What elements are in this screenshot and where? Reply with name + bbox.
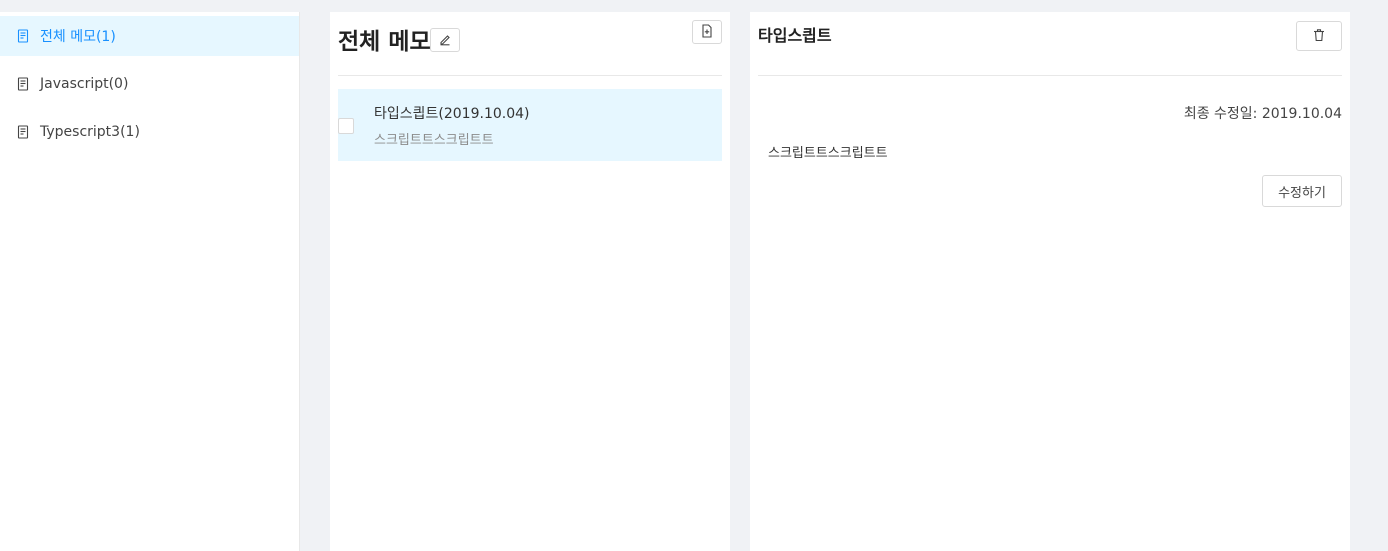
- memo-body: 스크립트트스크립트트: [768, 146, 888, 161]
- memo-detail-panel: 타입스킙트 최종 수정일: 2019.10.04 스크립트트스크립트트 수정하기: [750, 12, 1350, 551]
- sidebar-item-label: Javascript(0): [40, 76, 129, 92]
- sidebar-item-javascript[interactable]: Javascript(0): [0, 64, 299, 104]
- memo-icon: [16, 77, 30, 91]
- trash-icon: [1312, 27, 1326, 46]
- memo-list-item[interactable]: 타입스킙트(2019.10.04) 스크립트트스크립트트: [338, 89, 722, 161]
- sidebar-item-label: 전체 메모(1): [40, 29, 116, 45]
- edit-memo-button[interactable]: 수정하기: [1262, 175, 1342, 207]
- page-title: 전체 메모: [338, 29, 431, 55]
- sidebar-item-label: Typescript3(1): [40, 124, 140, 140]
- memo-detail-header: 타입스킙트: [758, 20, 1342, 76]
- memo-checkbox[interactable]: [338, 118, 354, 134]
- memo-title: 타입스킙트(2019.10.04): [374, 106, 530, 122]
- sidebar-item-typescript3[interactable]: Typescript3(1): [0, 112, 299, 152]
- delete-memo-button[interactable]: [1296, 21, 1342, 51]
- memo-list-header: 전체 메모: [338, 20, 722, 76]
- sidebar-item-all-memos[interactable]: 전체 메모(1): [0, 16, 299, 56]
- sidebar: 전체 메모(1) Javascript(0) Typescript3(1): [0, 12, 300, 551]
- memo-icon: [16, 125, 30, 139]
- new-memo-button[interactable]: [692, 20, 722, 44]
- edit-folder-button[interactable]: [430, 28, 460, 52]
- memo-preview: 스크립트트스크립트트: [374, 133, 494, 148]
- last-modified-date: 최종 수정일: 2019.10.04: [1183, 106, 1342, 122]
- memo-list-panel: 전체 메모 타입스킙트(2019.10.04) 스크립트트스크립트트: [330, 12, 730, 551]
- new-file-icon: [700, 23, 714, 42]
- memo-detail-title: 타입스킙트: [758, 26, 832, 45]
- pencil-icon: [438, 31, 452, 50]
- memo-icon: [16, 29, 30, 43]
